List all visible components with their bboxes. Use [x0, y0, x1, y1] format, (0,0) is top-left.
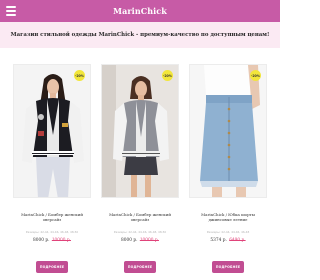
product-grid: -20% MarinChick / Бомбер женский оверсай…	[13, 64, 267, 280]
product-price: 8000 р. 10000 р.	[13, 238, 91, 243]
product-card[interactable]: -20% MarinChick / Бомбер женский оверсай…	[13, 64, 91, 280]
old-price: 6490 р.	[229, 238, 246, 243]
product-sizes: Размеры: 42-44, 44-46, 46-48, 48-50	[113, 230, 167, 234]
site-header: MarinChick	[0, 0, 280, 22]
current-price: 8000 р.	[33, 238, 50, 243]
product-image-woman-grey-bomber	[102, 65, 178, 197]
product-price: 5374 р. 6490 р.	[189, 238, 267, 243]
product-photo[interactable]: -20%	[101, 64, 179, 198]
discount-badge: -20%	[162, 70, 173, 81]
product-photo[interactable]: -20%	[189, 64, 267, 198]
product-card[interactable]: -20% MarinChick / Юбка шорты джинсовые л…	[189, 64, 267, 280]
details-button[interactable]: ПОДРОБНЕЕ	[36, 261, 68, 273]
discount-badge: -20%	[250, 70, 261, 81]
old-price: 10000 р.	[139, 238, 159, 243]
old-price: 10000 р.	[51, 238, 71, 243]
product-sizes: Размеры: 42-44, 44-46, 46-48, 48-50	[25, 230, 79, 234]
product-price: 8000 р. 10000 р.	[101, 238, 179, 243]
current-price: 8000 р.	[121, 238, 138, 243]
product-title[interactable]: MarinChick / Бомбер женский оверсайз	[13, 212, 91, 222]
details-button[interactable]: ПОДРОБНЕЕ	[212, 261, 244, 273]
menu-icon[interactable]	[6, 6, 16, 16]
product-card[interactable]: -20% MarinChick / Бомбер женский оверсай…	[101, 64, 179, 280]
product-title[interactable]: MarinChick / Бомбер женский оверсайз	[101, 212, 179, 222]
discount-badge: -20%	[74, 70, 85, 81]
site-logo[interactable]: MarinChick	[113, 6, 167, 16]
product-sizes: Размеры: 42-44, 44-46, 46-48	[206, 230, 250, 234]
tagline-banner: Магазин стильной одежды MarinChick - пре…	[0, 22, 280, 48]
product-image-denim-skirt	[190, 65, 266, 197]
product-image-woman-black-bomber	[14, 65, 90, 197]
details-button[interactable]: ПОДРОБНЕЕ	[124, 261, 156, 273]
current-price: 5374 р.	[210, 238, 227, 243]
product-title[interactable]: MarinChick / Юбка шорты джинсовые летние	[189, 212, 267, 222]
product-photo[interactable]: -20%	[13, 64, 91, 198]
